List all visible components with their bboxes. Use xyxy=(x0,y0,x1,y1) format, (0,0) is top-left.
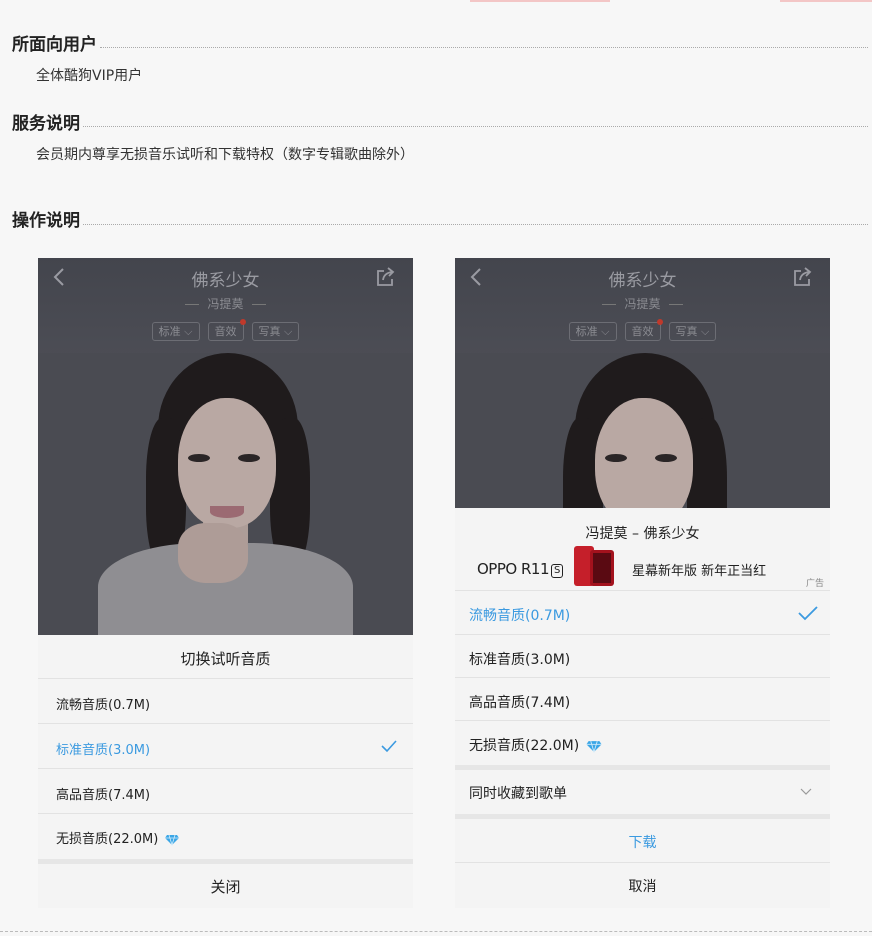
section-text-service: 会员期内尊享无损音乐试听和下载特权（数字专辑歌曲除外） xyxy=(36,147,414,163)
quality-option-high[interactable]: 高品音质(7.4M) xyxy=(455,678,830,721)
diamond-icon xyxy=(586,740,602,753)
quality-option-lossless[interactable]: 无损音质(22.0M) xyxy=(455,721,830,765)
quality-option-standard[interactable]: 标准音质(3.0M) xyxy=(38,724,413,769)
artist-name: 冯提莫 xyxy=(455,295,830,312)
section-title-operation: 操作说明 xyxy=(12,211,80,231)
section-divider xyxy=(83,126,868,127)
sheet-title: 切换试听音质 xyxy=(180,650,271,668)
section-divider xyxy=(83,224,868,225)
sheet-title: 冯提莫 – 佛系少女 xyxy=(585,526,700,542)
share-icon[interactable] xyxy=(792,266,814,288)
quality-option-standard[interactable]: 标准音质(3.0M) xyxy=(455,635,830,678)
close-button[interactable]: 关闭 xyxy=(38,876,413,897)
diamond-icon xyxy=(165,834,180,846)
screenshot-quality-switch: 佛系少女 冯提莫 标准 ⌵ 音效 写真 ⌵ 切换试听音质 流畅音质(0.7M) … xyxy=(38,258,413,908)
section-title-service: 服务说明 xyxy=(12,114,80,134)
player-hero: 佛系少女 冯提莫 标准 ⌵ 音效 写真 ⌵ xyxy=(455,258,830,508)
section-text-audience: 全体酷狗VIP用户 xyxy=(36,68,143,84)
photo-pill[interactable]: 写真 ⌵ xyxy=(251,322,300,341)
quality-option-lossless[interactable]: 无损音质(22.0M) xyxy=(38,814,413,859)
ad-banner[interactable]: OPPO R11 S 星幕新年版 新年正当红 广告 xyxy=(455,546,830,590)
ad-text: 星幕新年版 新年正当红 xyxy=(632,564,767,579)
notification-dot xyxy=(239,319,246,325)
top-accent-line xyxy=(0,0,872,2)
bottom-divider xyxy=(0,931,872,932)
cancel-button[interactable]: 取消 xyxy=(455,876,830,896)
add-to-playlist-row[interactable]: 同时收藏到歌单 xyxy=(455,770,830,814)
quality-pill[interactable]: 标准 ⌵ xyxy=(568,322,617,341)
section-divider xyxy=(100,47,868,48)
song-title: 佛系少女 xyxy=(191,271,260,291)
quality-pill[interactable]: 标准 ⌵ xyxy=(151,322,200,341)
screenshot-download-sheet: 佛系少女 冯提莫 标准 ⌵ 音效 写真 ⌵ 冯提莫 – 佛系少女 OPPO R1… xyxy=(455,258,830,908)
quality-option-smooth[interactable]: 流畅音质(0.7M) xyxy=(455,591,830,635)
ad-phone-image xyxy=(574,546,614,586)
effects-pill[interactable]: 音效 xyxy=(624,319,663,341)
photo-pill[interactable]: 写真 ⌵ xyxy=(668,322,717,341)
check-icon xyxy=(381,740,397,753)
section-title-audience: 所面向用户 xyxy=(12,35,97,55)
quality-option-smooth[interactable]: 流畅音质(0.7M) xyxy=(38,679,413,724)
player-hero: 佛系少女 冯提莫 标准 ⌵ 音效 写真 ⌵ xyxy=(38,258,413,635)
ad-tag: 广告 xyxy=(805,579,824,589)
check-icon xyxy=(798,606,818,621)
ad-brand: OPPO R11 S xyxy=(477,560,563,578)
artist-name: 冯提莫 xyxy=(38,295,413,312)
effects-pill[interactable]: 音效 xyxy=(207,319,246,341)
chevron-down-icon xyxy=(800,788,812,795)
share-icon[interactable] xyxy=(375,266,397,288)
song-title: 佛系少女 xyxy=(608,271,677,291)
quality-option-high[interactable]: 高品音质(7.4M) xyxy=(38,769,413,814)
notification-dot xyxy=(656,319,663,325)
